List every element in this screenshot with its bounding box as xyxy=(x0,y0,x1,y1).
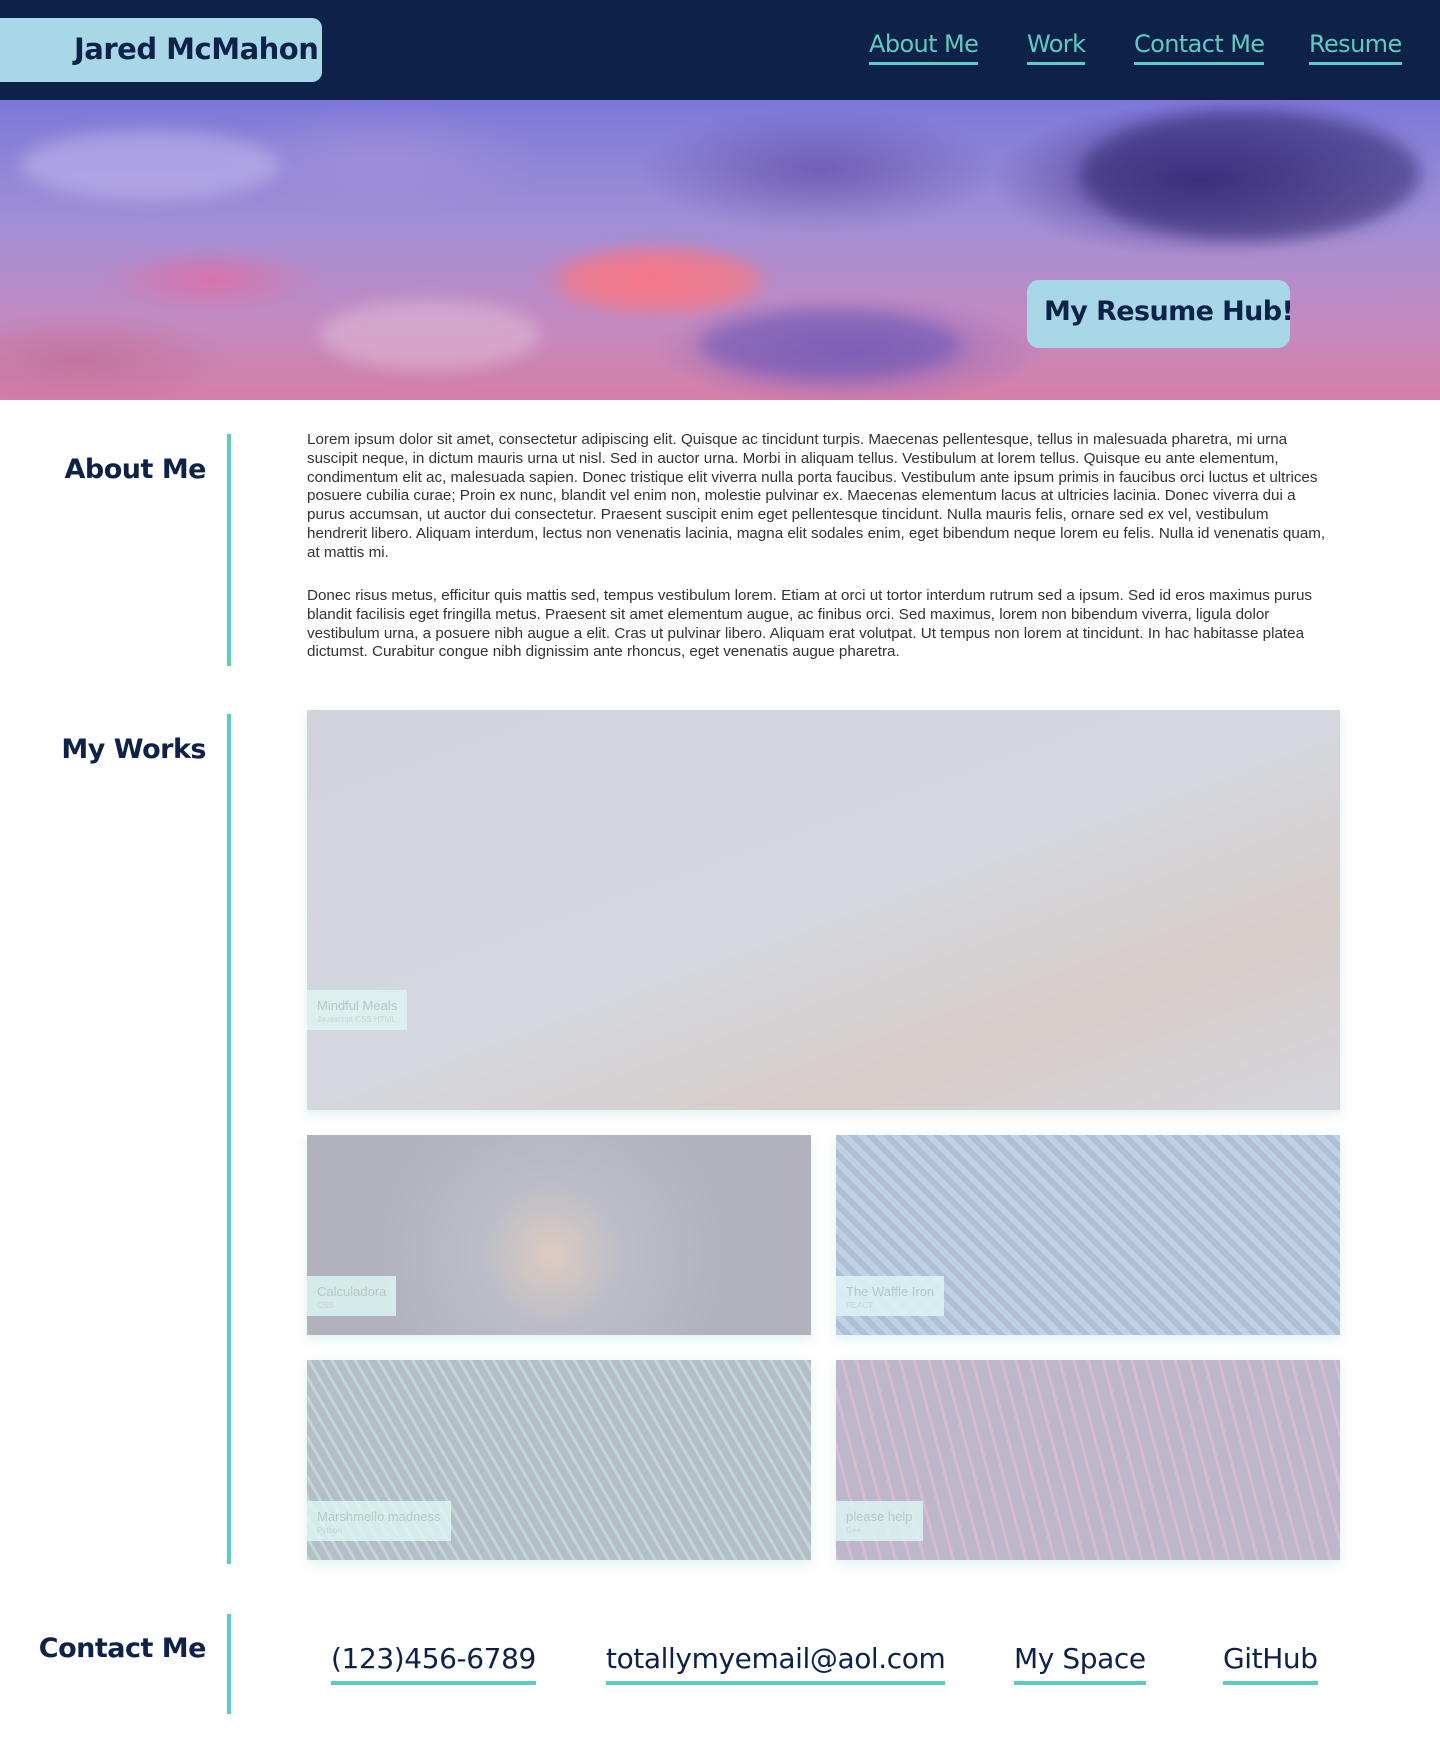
brand-badge[interactable]: Jared McMahon xyxy=(0,18,322,82)
work-card-calculadora[interactable]: Calculadora CSS xyxy=(307,1135,811,1335)
about-paragraph-2: Donec risus metus, efficitur quis mattis… xyxy=(307,587,1312,661)
contact-heading: Contact Me xyxy=(38,1633,207,1664)
work-subtitle: C++ xyxy=(846,1526,862,1535)
work-label: Marshmello madness Python xyxy=(307,1501,451,1541)
work-overlay xyxy=(307,710,1340,1110)
about-paragraph-1: Lorem ipsum dolor sit amet, consectetur … xyxy=(307,431,1326,561)
nav-link-resume[interactable]: Resume xyxy=(1309,30,1402,65)
hero-badge: My Resume Hub! xyxy=(1027,280,1294,348)
work-title: please help xyxy=(846,1509,913,1524)
work-title: Marshmello madness xyxy=(317,1509,441,1524)
work-label: The Waffle Iron REACT xyxy=(836,1276,945,1316)
hero-sky-image xyxy=(0,100,1440,400)
work-card-waffle-iron[interactable]: The Waffle Iron REACT xyxy=(836,1135,1340,1335)
contact-phone-link[interactable]: (123)456-6789 xyxy=(331,1642,536,1685)
contact-email-link[interactable]: totallymyemail@aol.com xyxy=(606,1642,946,1685)
contact-myspace-link[interactable]: My Space xyxy=(1014,1642,1146,1685)
about-heading: About Me xyxy=(64,454,207,485)
works-heading: My Works xyxy=(61,734,206,765)
hero-badge-text: My Resume Hub! xyxy=(1044,296,1294,327)
work-label: Calculadora CSS xyxy=(307,1276,397,1316)
work-subtitle: Javascript CSS HTML xyxy=(317,1015,396,1024)
work-card-please-help[interactable]: please help C++ xyxy=(836,1360,1340,1560)
about-divider xyxy=(227,434,231,666)
work-title: The Waffle Iron xyxy=(846,1284,935,1299)
work-title: Mindful Meals xyxy=(317,998,398,1013)
work-card-mindful-meals[interactable]: Mindful Meals Javascript CSS HTML xyxy=(307,710,1340,1110)
contact-github-link[interactable]: GitHub xyxy=(1223,1642,1318,1685)
work-title: Calculadora xyxy=(317,1284,387,1299)
nav-link-work[interactable]: Work xyxy=(1027,30,1086,65)
work-label: Mindful Meals Javascript CSS HTML xyxy=(307,990,408,1030)
brand-name[interactable]: Jared McMahon xyxy=(74,32,319,66)
site-header: Jared McMahon About Me Work Contact Me R… xyxy=(0,0,1440,100)
work-card-marshmello-madness[interactable]: Marshmello madness Python xyxy=(307,1360,811,1560)
work-subtitle: Python xyxy=(317,1526,342,1535)
nav-link-about[interactable]: About Me xyxy=(869,30,979,65)
work-subtitle: REACT xyxy=(846,1301,874,1310)
works-divider xyxy=(227,714,231,1564)
work-label: please help C++ xyxy=(836,1501,923,1541)
contact-divider xyxy=(227,1614,231,1714)
work-subtitle: CSS xyxy=(317,1301,334,1310)
nav-link-contact[interactable]: Contact Me xyxy=(1134,30,1265,65)
